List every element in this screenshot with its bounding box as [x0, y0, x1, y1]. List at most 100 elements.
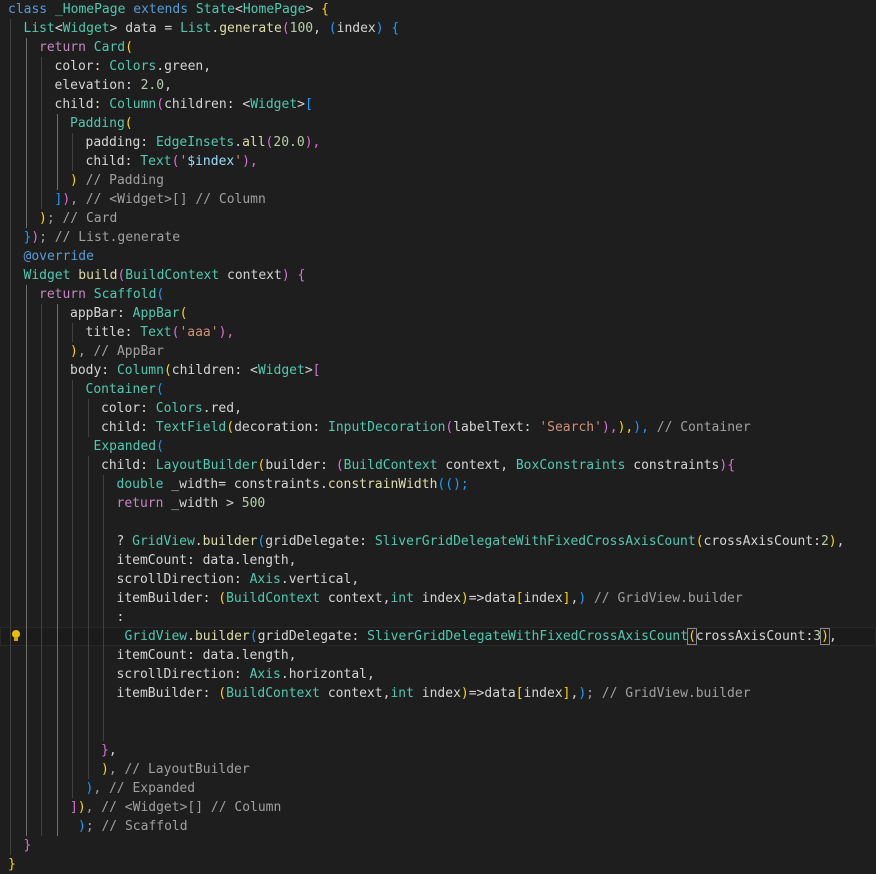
code-line[interactable]: ); // Scaffold	[0, 817, 876, 836]
code-token: Colors	[155, 401, 203, 416]
code-line[interactable]	[0, 513, 876, 532]
code-line[interactable]: itemCount: data.length,	[0, 646, 876, 665]
code-line[interactable]: return Scaffold(	[0, 285, 876, 304]
indent-guide	[56, 779, 58, 798]
code-token: index	[523, 686, 563, 701]
code-token: .horizontal,	[280, 667, 375, 682]
code-token: (	[156, 97, 165, 112]
code-line[interactable]: ); // Card	[0, 209, 876, 228]
code-token: crossAxisCount:	[695, 629, 814, 644]
indent-guide	[10, 114, 11, 133]
code-token: labelText:	[453, 420, 540, 435]
code-token: index	[413, 686, 461, 701]
code-line[interactable]: title: Text('aaa'),	[0, 323, 876, 342]
code-line[interactable]: Padding(	[0, 114, 876, 133]
code-line[interactable]: :	[0, 608, 876, 627]
indent-guide	[25, 684, 27, 703]
indent-guide	[72, 152, 73, 171]
indent-guide	[10, 532, 11, 551]
code-line[interactable]: }	[0, 836, 876, 855]
code-token: [	[515, 591, 524, 606]
indent-guide	[10, 285, 11, 304]
code-line[interactable]: },	[0, 741, 876, 760]
code-token: )	[70, 173, 78, 188]
code-line[interactable]: }); // List.generate	[0, 228, 876, 247]
code-text: Widget build(BuildContext context) {	[24, 266, 306, 285]
code-line[interactable]: itemBuilder: (BuildContext context,int i…	[0, 684, 876, 703]
code-editor[interactable]: class _HomePage extends State<HomePage> …	[0, 0, 876, 872]
code-token: return	[39, 287, 86, 302]
code-line[interactable]: ) // Padding	[0, 171, 876, 190]
code-line[interactable]: List<Widget> data = List.generate(100, (…	[0, 19, 876, 38]
code-line[interactable]: ), // AppBar	[0, 342, 876, 361]
indent-guide	[10, 361, 11, 380]
indent-guide	[103, 589, 104, 608]
code-line[interactable]: ), // LayoutBuilder	[0, 760, 876, 779]
indent-guide	[41, 703, 42, 722]
code-line[interactable]: itemCount: data.length,	[0, 551, 876, 570]
code-token: >	[297, 97, 305, 112]
indent-guide	[72, 570, 73, 589]
indent-guide	[25, 627, 27, 646]
code-line[interactable]: class _HomePage extends State<HomePage> …	[0, 0, 876, 19]
code-line[interactable]	[0, 703, 876, 722]
code-token: index	[523, 591, 563, 606]
code-line[interactable]: color: Colors.red,	[0, 399, 876, 418]
code-line[interactable]: ]), // <Widget>[] // Column	[0, 798, 876, 817]
code-line[interactable]: color: Colors.green,	[0, 57, 876, 76]
code-line[interactable]: return Card(	[0, 38, 876, 57]
code-line[interactable]: elevation: 2.0,	[0, 76, 876, 95]
code-token: ,	[836, 534, 845, 549]
code-line[interactable]: Container(	[0, 380, 876, 399]
code-line[interactable]: child: TextField(decoration: InputDecora…	[0, 418, 876, 437]
code-line[interactable]: GridView.builder(gridDelegate: SliverGri…	[0, 627, 876, 646]
code-line[interactable]: scrollDirection: Axis.vertical,	[0, 570, 876, 589]
code-text: ]), // <Widget>[] // Column	[70, 798, 281, 817]
code-token: context,	[320, 686, 391, 701]
indent-guide	[10, 741, 11, 760]
code-line[interactable]: padding: EdgeInsets.all(20.0),	[0, 133, 876, 152]
code-token: (	[124, 116, 133, 131]
code-token: List	[180, 21, 212, 36]
indent-guide	[56, 323, 58, 342]
code-token: Axis	[249, 667, 281, 682]
code-line[interactable]: child: Text('$index'),	[0, 152, 876, 171]
code-line[interactable]: }	[0, 855, 876, 874]
lightbulb-icon[interactable]	[10, 630, 22, 643]
code-line[interactable]: appBar: AppBar(	[0, 304, 876, 323]
indent-guide	[10, 399, 11, 418]
code-line[interactable]: scrollDirection: Axis.horizontal,	[0, 665, 876, 684]
indent-guide	[10, 684, 11, 703]
code-text: itemBuilder: (BuildContext context,int i…	[117, 684, 751, 703]
code-text: Container(	[86, 380, 164, 399]
code-token: .	[234, 135, 243, 150]
code-line[interactable]: ? GridView.builder (gridDelegate: SliverG…	[0, 532, 876, 551]
code-token: all	[242, 135, 266, 150]
code-token: $index	[187, 154, 235, 169]
code-token: Widget	[257, 363, 305, 378]
code-token: scrollDirection:	[116, 572, 250, 587]
code-line[interactable]: itemBuilder: (BuildContext context,int i…	[0, 589, 876, 608]
indent-guide	[87, 722, 89, 741]
indent-guide	[10, 342, 11, 361]
code-line[interactable]	[0, 722, 876, 741]
code-text: ]), // <Widget>[] // Column	[55, 190, 266, 209]
indent-guide	[25, 570, 27, 589]
code-line[interactable]: Widget build(BuildContext context) {	[0, 266, 876, 285]
code-token: 'aaa'	[179, 325, 219, 340]
indent-guide	[25, 646, 27, 665]
code-line[interactable]: child: LayoutBuilder(builder: (BuildCont…	[0, 456, 876, 475]
code-line[interactable]: Expanded(	[0, 437, 876, 456]
code-token: GridView	[124, 629, 188, 644]
code-line[interactable]: double _width= constraints.constrainWidt…	[0, 475, 876, 494]
indent-guide	[87, 703, 89, 722]
code-line[interactable]: ), // Expanded	[0, 779, 876, 798]
code-line[interactable]: child: Column(children: <Widget>[	[0, 95, 876, 114]
indent-guide	[25, 133, 27, 152]
code-line[interactable]: return _width > 500	[0, 494, 876, 513]
indent-guide	[56, 304, 58, 323]
code-line[interactable]: @override	[0, 247, 876, 266]
code-line[interactable]: ]), // <Widget>[] // Column	[0, 190, 876, 209]
code-token: (	[281, 21, 290, 36]
code-line[interactable]: body: Column(children: <Widget>[	[0, 361, 876, 380]
